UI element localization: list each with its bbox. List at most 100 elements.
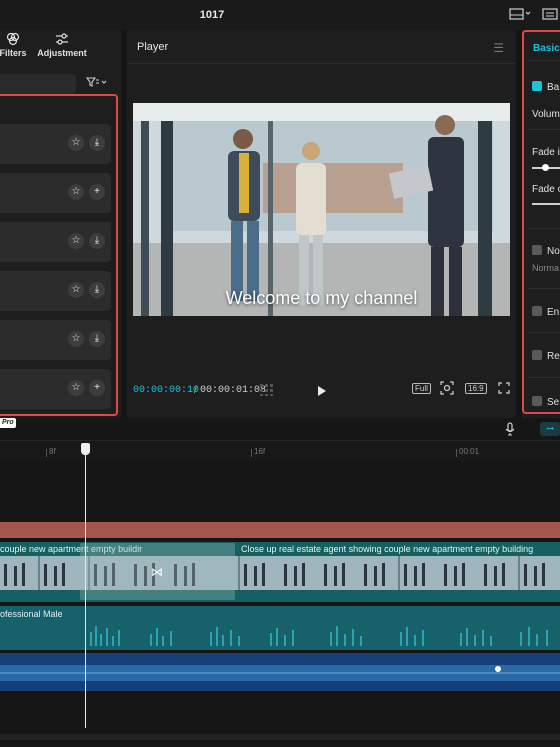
tab-basic[interactable]: Basic: [533, 43, 560, 54]
keyframe-dot: [495, 666, 501, 672]
star-icon[interactable]: ☆: [68, 184, 84, 200]
noise-toggle[interactable]: No: [532, 245, 560, 257]
voiceover-track[interactable]: [0, 606, 560, 650]
left-panel-tabs: Filters Adjustment: [0, 30, 121, 66]
fade-out-slider[interactable]: [532, 203, 560, 205]
checkbox-unchecked[interactable]: [532, 245, 542, 255]
list-item[interactable]: ☆ ⤓: [0, 271, 111, 311]
search-input[interactable]: [0, 74, 76, 94]
link-icon[interactable]: ⊶: [540, 422, 560, 436]
layout-icon[interactable]: [509, 8, 531, 23]
enhance-toggle-label: En: [547, 307, 560, 318]
list-item[interactable]: ☆ ⤓: [0, 124, 111, 164]
divider: [528, 60, 560, 61]
player-header: Player ☰: [127, 30, 516, 64]
list-item[interactable]: ☆ +: [0, 369, 111, 409]
noise-toggle-label: No: [547, 246, 560, 257]
video-clip-2-label: Close up real estate agent showing coupl…: [241, 544, 534, 554]
video-caption: Welcome to my channel: [225, 288, 418, 308]
divider: [528, 332, 560, 333]
music-waveform: [0, 665, 560, 681]
effects-list: ☆ ⤓ ☆ + ☆ ⤓ ☆ ⤓ ☆ ⤓ ☆ +: [0, 94, 118, 416]
list-item[interactable]: ☆ ⤓: [0, 320, 111, 360]
basic-toggle[interactable]: Ba: [532, 81, 559, 93]
reduce-toggle-label: Re: [547, 351, 560, 362]
full-label: Full: [412, 383, 431, 394]
microphone-icon[interactable]: [505, 422, 515, 439]
video-frame: [133, 103, 510, 316]
duration-timecode: 00:00:01:08: [200, 385, 267, 396]
download-icon[interactable]: ⤓: [89, 331, 105, 347]
playhead-line[interactable]: [85, 446, 86, 728]
voiceover-waveform: [90, 626, 548, 646]
tick-00-01: 00:01: [459, 447, 480, 456]
star-icon[interactable]: ☆: [68, 331, 84, 347]
voiceover-clip-label: ofessional Male: [0, 609, 63, 619]
sort-icon: [85, 77, 107, 87]
tick-mark: [46, 449, 47, 457]
text-track-clip[interactable]: [0, 522, 560, 538]
project-title: 1017: [199, 9, 225, 21]
timecode-separator: /: [194, 385, 197, 396]
list-item[interactable]: ☆ +: [0, 173, 111, 213]
ratio-label: 16:9: [465, 383, 487, 394]
download-icon[interactable]: ⤓: [89, 282, 105, 298]
adjustment-icon: [56, 33, 68, 45]
transition-icon[interactable]: ⋈: [151, 565, 163, 579]
add-icon[interactable]: +: [89, 380, 105, 396]
menu-icon[interactable]: ☰: [493, 41, 504, 55]
music-track[interactable]: [0, 653, 560, 691]
volume-label: Volum: [532, 109, 560, 120]
reduce-toggle[interactable]: Re: [532, 350, 560, 362]
list-item[interactable]: ☆ ⤓: [0, 222, 111, 262]
checkbox-unchecked[interactable]: [532, 396, 542, 406]
separate-toggle[interactable]: Se: [532, 396, 559, 408]
filters-icon: [6, 32, 20, 46]
playhead-handle[interactable]: [81, 443, 90, 455]
left-media-panel: Filters Adjustment ☆ ⤓ ☆ + ☆ ⤓ ☆ ⤓ ☆ ⤓ ☆…: [0, 30, 121, 418]
tab-filters[interactable]: Filters: [0, 32, 28, 58]
full-button[interactable]: Full: [412, 383, 431, 395]
screenshot-icon[interactable]: [440, 381, 454, 397]
shortcut-icon[interactable]: [542, 8, 558, 23]
timeline-area: [0, 462, 560, 747]
noise-sub-label: Norma: [532, 263, 560, 273]
tick-16f: 16f: [254, 447, 266, 456]
star-icon[interactable]: ☆: [68, 282, 84, 298]
tick-8f: 8f: [49, 447, 56, 456]
download-icon[interactable]: ⤓: [89, 135, 105, 151]
download-icon[interactable]: ⤓: [89, 233, 105, 249]
title-bar: 1017: [0, 0, 560, 30]
enhance-toggle[interactable]: En: [532, 306, 559, 318]
divider: [528, 129, 560, 130]
tab-filters-label: Filters: [0, 48, 27, 58]
player-title: Player: [137, 41, 169, 53]
checkbox-unchecked[interactable]: [532, 306, 542, 316]
ratio-button[interactable]: 16:9: [465, 383, 487, 395]
divider: [528, 228, 560, 229]
timeline-toolbar: Pro ⊶: [0, 418, 560, 440]
grid-icon[interactable]: [260, 384, 274, 398]
checkbox-unchecked[interactable]: [532, 350, 542, 360]
video-preview[interactable]: Welcome to my channel: [133, 103, 510, 316]
divider: [528, 377, 560, 378]
sort-button[interactable]: [85, 77, 108, 90]
tick-mark: [456, 449, 457, 457]
pro-badge: Pro: [0, 418, 16, 428]
fade-in-slider-knob[interactable]: [542, 164, 549, 171]
fade-out-label: Fade o: [532, 184, 560, 195]
checkbox-checked[interactable]: [532, 81, 542, 91]
divider: [528, 288, 560, 289]
tab-adjustment-label: Adjustment: [37, 48, 87, 58]
timeline-scrollbar[interactable]: [0, 734, 560, 740]
tab-adjustment[interactable]: Adjustment: [36, 32, 88, 58]
star-icon[interactable]: ☆: [68, 233, 84, 249]
play-button[interactable]: [317, 385, 327, 400]
basic-toggle-label: Ba: [547, 82, 560, 93]
player-panel: Player ☰ Welcome to my channel 00:00:00:…: [127, 30, 516, 418]
star-icon[interactable]: ☆: [68, 135, 84, 151]
properties-panel: Basic Ba Volum Fade i Fade o No Norma En…: [522, 30, 560, 418]
fullscreen-icon[interactable]: [498, 382, 510, 396]
star-icon[interactable]: ☆: [68, 380, 84, 396]
add-icon[interactable]: +: [89, 184, 105, 200]
